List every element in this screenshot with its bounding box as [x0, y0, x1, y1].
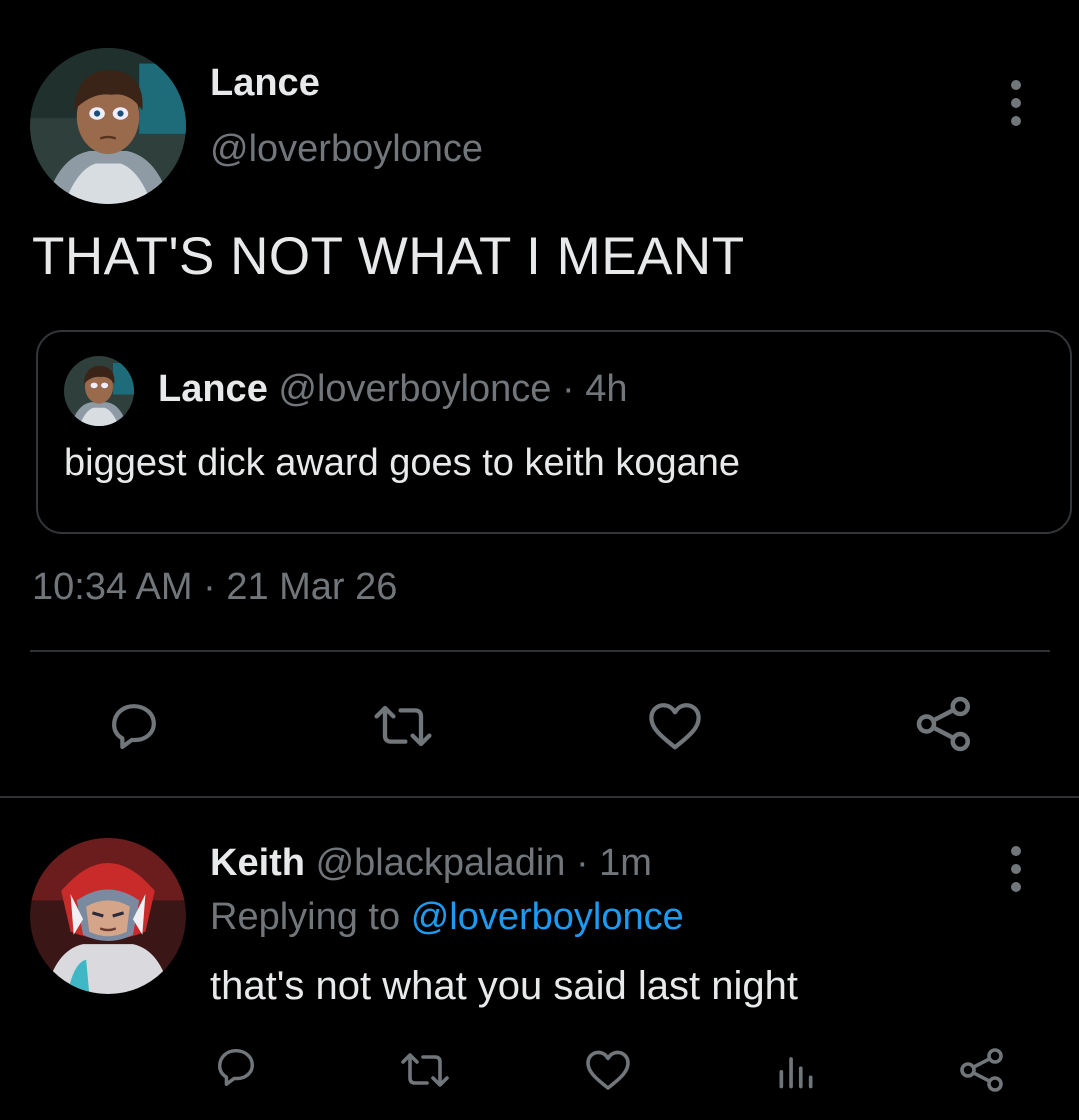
more-options-icon[interactable]: [1009, 80, 1023, 126]
quoted-tweet-card[interactable]: [36, 330, 1072, 534]
dot: [1011, 80, 1021, 90]
reply-author-meta: @blackpaladin · 1m: [315, 842, 652, 884]
replying-to-line: Replying to @loverboylonce: [210, 896, 684, 939]
quoted-tweet-header: Lance @loverboylonce · 4h: [158, 368, 627, 411]
reply-like-icon[interactable]: [584, 1048, 632, 1092]
dot: [1011, 98, 1021, 108]
reply-author-name[interactable]: Keith: [210, 842, 305, 884]
like-icon[interactable]: [646, 700, 704, 752]
author-name[interactable]: Lance: [210, 62, 320, 105]
quoted-tweet-text: biggest dick award goes to keith kogane: [64, 442, 740, 484]
reply-retweet-icon[interactable]: [398, 1050, 452, 1090]
reply-share-icon[interactable]: [958, 1046, 1006, 1094]
tweet-timestamp[interactable]: 10:34 AM · 21 Mar 26: [32, 566, 397, 609]
tweet-text: THAT'S NOT WHAT I MEANT: [32, 227, 745, 286]
dot: [1011, 882, 1021, 892]
quoted-author-name: Lance: [158, 368, 268, 410]
replying-to-label: Replying to: [210, 896, 401, 938]
dot: [1011, 116, 1021, 126]
quoted-author-avatar: [64, 356, 134, 426]
dot: [1011, 864, 1021, 874]
reply-reply-icon[interactable]: [212, 1044, 260, 1090]
reply-text: that's not what you said last night: [210, 964, 798, 1008]
share-icon[interactable]: [914, 694, 974, 754]
divider: [0, 796, 1079, 798]
reply-header: Keith @blackpaladin · 1m: [210, 842, 652, 885]
replying-to-mention[interactable]: @loverboylonce: [411, 896, 684, 938]
retweet-icon[interactable]: [370, 702, 436, 750]
analytics-icon[interactable]: [774, 1048, 818, 1092]
reply-author-avatar[interactable]: [30, 838, 186, 994]
author-handle[interactable]: @loverboylonce: [210, 128, 483, 171]
divider: [30, 650, 1050, 652]
quoted-author-meta: @loverboylonce · 4h: [278, 368, 628, 410]
dot: [1011, 846, 1021, 856]
reply-icon[interactable]: [104, 698, 164, 754]
author-avatar[interactable]: [30, 48, 186, 204]
reply-more-options-icon[interactable]: [1009, 846, 1023, 892]
